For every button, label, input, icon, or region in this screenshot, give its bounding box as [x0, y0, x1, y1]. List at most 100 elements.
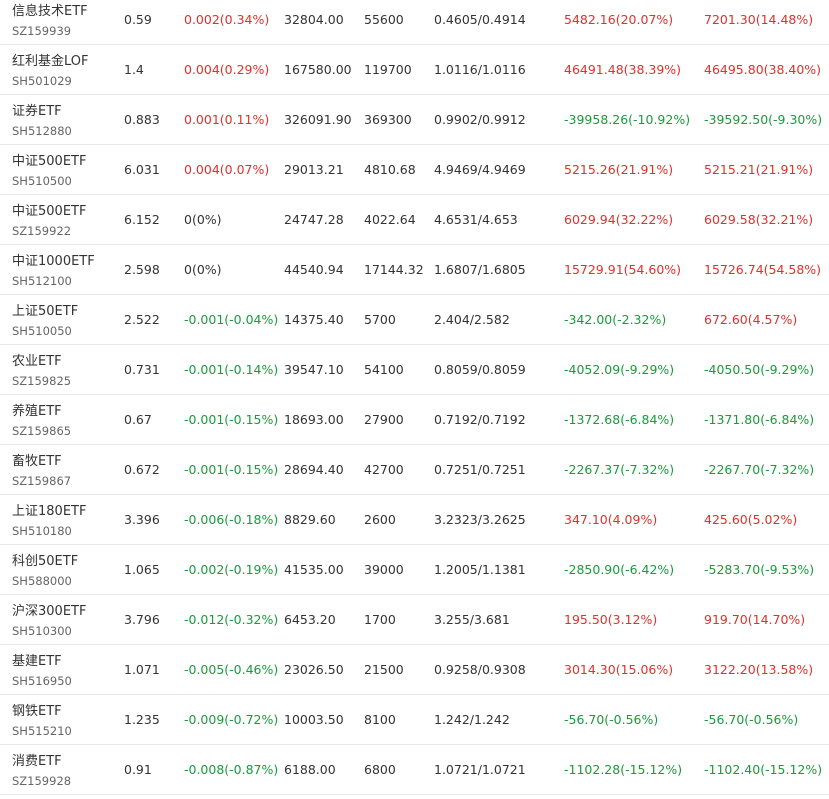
fund-name[interactable]: 红利基金LOF	[12, 54, 89, 70]
cost-price: 1.6807/1.6805	[434, 262, 526, 277]
holding-shares: 369300	[364, 112, 412, 127]
fund-name[interactable]: 上证50ETF	[12, 304, 78, 320]
price-change: -0.001(-0.15%)	[184, 412, 279, 427]
current-price: 0.59	[124, 12, 152, 27]
fund-name[interactable]: 畜牧ETF	[12, 454, 62, 470]
cost-price: 1.2005/1.1381	[434, 562, 526, 577]
total-profit: -39592.50(-9.30%)	[704, 112, 823, 127]
fund-name[interactable]: 上证180ETF	[12, 504, 86, 520]
current-price: 1.065	[124, 562, 160, 577]
cost-price: 0.7192/0.7192	[434, 412, 526, 427]
current-price: 1.235	[124, 712, 160, 727]
table-row[interactable]: 钢铁ETF SH515210 1.235 -0.009(-0.72%) 1000…	[0, 695, 829, 745]
position-profit: -2850.90(-6.42%)	[564, 562, 675, 577]
position-profit: -56.70(-0.56%)	[564, 712, 659, 727]
fund-code: SH512100	[12, 274, 72, 288]
market-value: 167580.00	[284, 62, 352, 77]
fund-name[interactable]: 钢铁ETF	[12, 704, 62, 720]
fund-name[interactable]: 沪深300ETF	[12, 604, 86, 620]
fund-name[interactable]: 科创50ETF	[12, 554, 78, 570]
holding-shares: 4810.68	[364, 162, 416, 177]
fund-name[interactable]: 证券ETF	[12, 104, 62, 120]
position-profit: -1372.68(-6.84%)	[564, 412, 675, 427]
table-row[interactable]: 信息技术ETF SZ159939 0.59 0.002(0.34%) 32804…	[0, 0, 829, 45]
fund-code: SH510180	[12, 524, 72, 538]
position-profit: 5215.26(21.91%)	[564, 162, 674, 177]
position-profit: 6029.94(32.22%)	[564, 212, 674, 227]
fund-name[interactable]: 中证1000ETF	[12, 254, 95, 270]
fund-code: SH501029	[12, 74, 72, 88]
market-value: 6188.00	[284, 762, 336, 777]
table-row[interactable]: 中证500ETF SZ159922 6.152 0(0%) 24747.28 4…	[0, 195, 829, 245]
position-profit: 46491.48(38.39%)	[564, 62, 682, 77]
price-change: 0.004(0.29%)	[184, 62, 270, 77]
cost-price: 0.8059/0.8059	[434, 362, 526, 377]
total-profit: -4050.50(-9.29%)	[704, 362, 815, 377]
holding-shares: 4022.64	[364, 212, 416, 227]
total-profit: 6029.58(32.21%)	[704, 212, 814, 227]
fund-code: SZ159825	[12, 374, 72, 388]
price-change: 0.004(0.07%)	[184, 162, 270, 177]
current-price: 6.152	[124, 212, 160, 227]
market-value: 23026.50	[284, 662, 344, 677]
holding-shares: 1700	[364, 612, 396, 627]
cost-price: 0.9902/0.9912	[434, 112, 526, 127]
total-profit: -5283.70(-9.53%)	[704, 562, 815, 577]
fund-name[interactable]: 信息技术ETF	[12, 4, 88, 20]
table-row[interactable]: 农业ETF SZ159825 0.731 -0.001(-0.14%) 3954…	[0, 345, 829, 395]
fund-name[interactable]: 养殖ETF	[12, 404, 62, 420]
holding-shares: 55600	[364, 12, 404, 27]
fund-code: SZ159867	[12, 474, 72, 488]
table-row[interactable]: 畜牧ETF SZ159867 0.672 -0.001(-0.15%) 2869…	[0, 445, 829, 495]
table-row[interactable]: 沪深300ETF SH510300 3.796 -0.012(-0.32%) 6…	[0, 595, 829, 645]
cost-price: 4.6531/4.653	[434, 212, 518, 227]
table-row[interactable]: 科创50ETF SH588000 1.065 -0.002(-0.19%) 41…	[0, 545, 829, 595]
holding-shares: 2600	[364, 512, 396, 527]
fund-name[interactable]: 农业ETF	[12, 354, 62, 370]
holding-shares: 6800	[364, 762, 396, 777]
cost-price: 1.0116/1.0116	[434, 62, 526, 77]
total-profit: 7201.30(14.48%)	[704, 12, 814, 27]
fund-name[interactable]: 中证500ETF	[12, 154, 86, 170]
price-change: -0.008(-0.87%)	[184, 762, 279, 777]
current-price: 0.672	[124, 462, 160, 477]
price-change: -0.005(-0.46%)	[184, 662, 279, 677]
price-change: 0(0%)	[184, 212, 222, 227]
market-value: 6453.20	[284, 612, 336, 627]
table-row[interactable]: 基建ETF SH516950 1.071 -0.005(-0.46%) 2302…	[0, 645, 829, 695]
table-row[interactable]: 中证1000ETF SH512100 2.598 0(0%) 44540.94 …	[0, 245, 829, 295]
table-row[interactable]: 上证180ETF SH510180 3.396 -0.006(-0.18%) 8…	[0, 495, 829, 545]
cost-price: 1.0721/1.0721	[434, 762, 526, 777]
current-price: 2.522	[124, 312, 160, 327]
table-row[interactable]: 证券ETF SH512880 0.883 0.001(0.11%) 326091…	[0, 95, 829, 145]
position-profit: 347.10(4.09%)	[564, 512, 658, 527]
fund-name[interactable]: 基建ETF	[12, 654, 62, 670]
price-change: -0.001(-0.14%)	[184, 362, 279, 377]
current-price: 3.796	[124, 612, 160, 627]
fund-code: SH516950	[12, 674, 72, 688]
market-value: 41535.00	[284, 562, 344, 577]
fund-name[interactable]: 消费ETF	[12, 754, 62, 770]
cost-price: 0.9258/0.9308	[434, 662, 526, 677]
current-price: 0.91	[124, 762, 152, 777]
current-price: 0.731	[124, 362, 160, 377]
table-row[interactable]: 消费ETF SZ159928 0.91 -0.008(-0.87%) 6188.…	[0, 745, 829, 795]
holding-shares: 17144.32	[364, 262, 424, 277]
table-row[interactable]: 上证50ETF SH510050 2.522 -0.001(-0.04%) 14…	[0, 295, 829, 345]
fund-code: SH510050	[12, 324, 72, 338]
total-profit: 5215.21(21.91%)	[704, 162, 814, 177]
holding-shares: 5700	[364, 312, 396, 327]
fund-name[interactable]: 中证500ETF	[12, 204, 86, 220]
table-row[interactable]: 红利基金LOF SH501029 1.4 0.004(0.29%) 167580…	[0, 45, 829, 95]
price-change: 0.001(0.11%)	[184, 112, 270, 127]
market-value: 44540.94	[284, 262, 344, 277]
table-row[interactable]: 养殖ETF SZ159865 0.67 -0.001(-0.15%) 18693…	[0, 395, 829, 445]
fund-code: SZ159922	[12, 224, 72, 238]
price-change: 0.002(0.34%)	[184, 12, 270, 27]
fund-code: SZ159928	[12, 774, 72, 788]
total-profit: 15726.74(54.58%)	[704, 262, 822, 277]
total-profit: -2267.70(-7.32%)	[704, 462, 815, 477]
table-row[interactable]: 中证500ETF SH510500 6.031 0.004(0.07%) 290…	[0, 145, 829, 195]
total-profit: 46495.80(38.40%)	[704, 62, 822, 77]
holding-shares: 8100	[364, 712, 396, 727]
